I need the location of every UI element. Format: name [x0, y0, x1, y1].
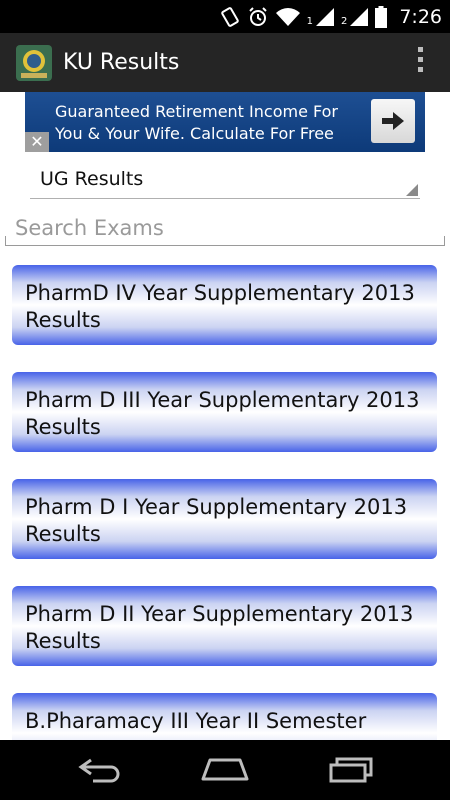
action-bar: KU Results — [0, 33, 450, 92]
list-item[interactable]: PharmD IV Year Supplementary 2013 Result… — [12, 265, 437, 345]
navigation-bar — [0, 740, 450, 800]
ad-close-button[interactable]: ✕ — [25, 132, 49, 152]
battery-icon — [375, 5, 388, 28]
alarm-icon — [248, 6, 267, 26]
sim1-label: 1 — [306, 16, 313, 27]
signal-icon — [315, 7, 334, 26]
home-button[interactable] — [198, 754, 252, 786]
arrow-right-icon — [382, 112, 404, 130]
search-input[interactable] — [5, 210, 444, 246]
vibrate-icon — [220, 6, 239, 27]
results-type-dropdown[interactable]: UG Results — [30, 160, 420, 199]
ad-panel[interactable]: Guaranteed Retirement Income For You & Y… — [25, 92, 425, 152]
back-button[interactable] — [73, 754, 127, 786]
list-item[interactable]: B.Pharamacy III Year II Semester — [12, 693, 437, 740]
status-time: 7:26 — [399, 5, 442, 28]
app-title: KU Results — [63, 50, 180, 75]
recent-apps-icon — [329, 757, 373, 783]
list-item[interactable]: Pharm D II Year Supplementary 2013 Resul… — [12, 586, 437, 666]
back-icon — [78, 758, 120, 783]
results-list[interactable]: PharmD IV Year Supplementary 2013 Result… — [0, 265, 450, 740]
search-field-edge — [444, 236, 445, 246]
overflow-menu-icon[interactable] — [416, 47, 424, 77]
ad-banner[interactable]: Guaranteed Retirement Income For You & Y… — [0, 92, 450, 152]
list-item[interactable]: Pharm D I Year Supplementary 2013 Result… — [12, 479, 437, 559]
signal-icon — [350, 7, 369, 26]
dropdown-selected-value: UG Results — [40, 168, 144, 190]
wifi-icon — [275, 7, 300, 26]
search-field-edge — [5, 236, 6, 246]
status-icons: 1 2 7:26 — [219, 0, 442, 33]
status-bar: 1 2 7:26 — [0, 0, 450, 33]
home-icon — [201, 758, 249, 781]
ad-arrow-button[interactable] — [371, 99, 415, 143]
app-logo-icon[interactable] — [15, 44, 53, 82]
ad-text[interactable]: Guaranteed Retirement Income For You & Y… — [55, 101, 355, 145]
dropdown-caret-icon — [406, 184, 418, 196]
list-item[interactable]: Pharm D III Year Supplementary 2013 Resu… — [12, 372, 437, 452]
recent-apps-button[interactable] — [324, 754, 378, 786]
sim2-label: 2 — [340, 16, 348, 27]
